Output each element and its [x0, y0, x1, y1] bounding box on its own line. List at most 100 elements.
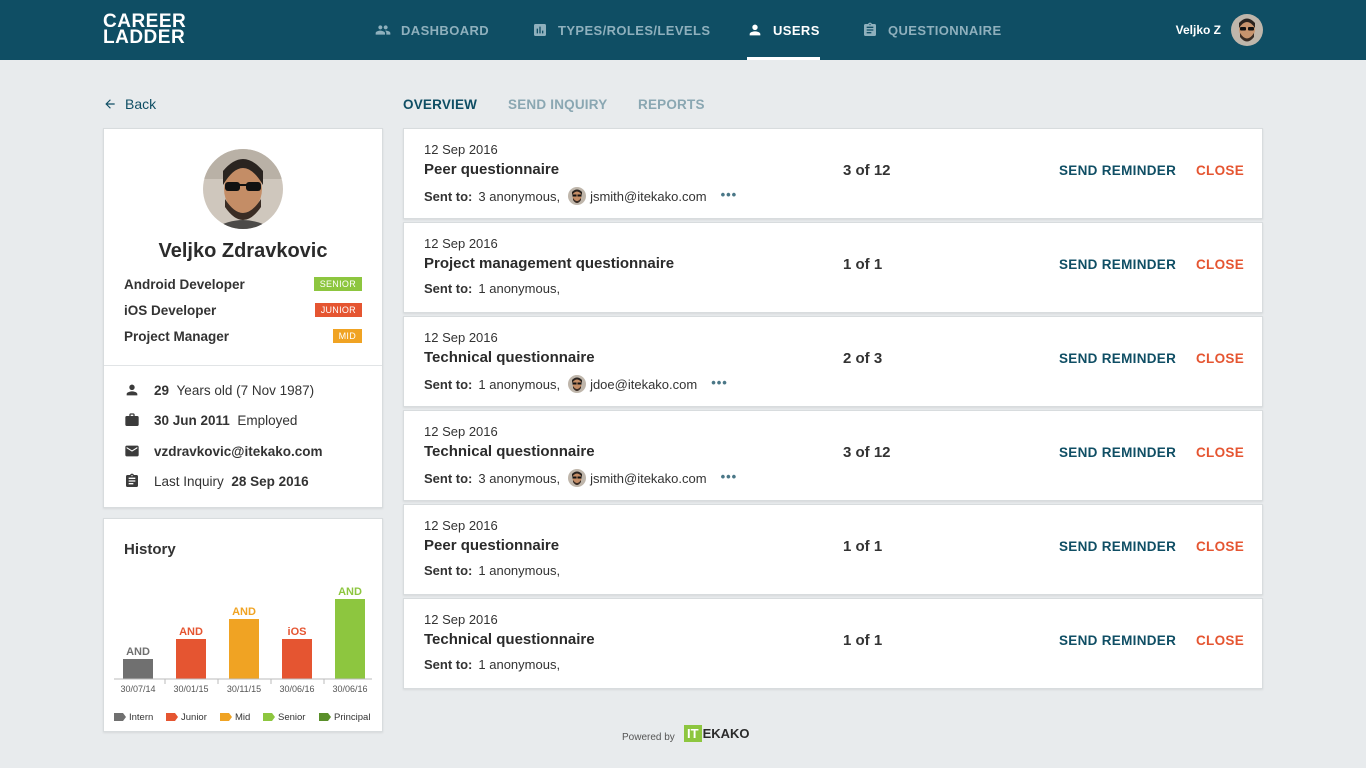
bar-label: AND: [179, 626, 203, 638]
legend-item: Junior: [166, 712, 207, 723]
close-inquiry-button[interactable]: CLOSE: [1196, 257, 1244, 272]
response-count: 1 of 1: [843, 538, 883, 555]
logo-line-2: LADDER: [103, 27, 186, 48]
user-avatar[interactable]: [1231, 14, 1263, 46]
nav-questionnaire[interactable]: QUESTIONNAIRE: [862, 0, 1002, 60]
response-count: 3 of 12: [843, 162, 891, 179]
bar-label: AND: [338, 586, 362, 598]
anonymous-count: 1 anonymous,: [478, 657, 561, 672]
itekako-logo[interactable]: IT EKAKO: [684, 725, 750, 742]
legend-item: Intern: [114, 712, 153, 723]
send-reminder-button[interactable]: SEND REMINDER: [1059, 163, 1176, 178]
clipboard-icon: [864, 22, 876, 36]
nav-label: USERS: [773, 22, 820, 38]
legend-label: Senior: [278, 712, 305, 723]
history-bar[interactable]: [335, 599, 365, 679]
employed-label: Employed: [237, 412, 298, 428]
close-inquiry-button[interactable]: CLOSE: [1196, 539, 1244, 554]
sent-to: Sent to: 3 anonymous, jsmith@itekako.com ••…: [424, 187, 737, 205]
send-reminder-button[interactable]: SEND REMINDER: [1059, 539, 1176, 554]
nav-types-roles-levels[interactable]: TYPES/ROLES/LEVELS: [532, 0, 710, 60]
bar-label: AND: [126, 646, 150, 658]
history-bar[interactable]: [176, 639, 206, 679]
x-tick-label: 30/06/16: [279, 684, 314, 694]
history-card: History AND 30/07/14 AND 30/01/15 AND 30/11/1…: [103, 518, 383, 732]
tab-overview[interactable]: OVERVIEW: [403, 97, 477, 112]
inquiry-row: 12 Sep 2016 Technical questionnaire Sent t…: [403, 598, 1263, 689]
bar-label: iOS: [288, 626, 307, 638]
inquiry-date: 12 Sep 2016: [424, 612, 498, 627]
tab-send-inquiry[interactable]: SEND INQUIRY: [508, 97, 607, 112]
sent-to: Sent to: 1 anonymous,: [424, 657, 560, 672]
level-badge: SENIOR: [313, 277, 362, 291]
people-icon: [375, 25, 391, 35]
send-reminder-button[interactable]: SEND REMINDER: [1059, 445, 1176, 460]
send-reminder-button[interactable]: SEND REMINDER: [1059, 257, 1176, 272]
send-reminder-button[interactable]: SEND REMINDER: [1059, 633, 1176, 648]
close-inquiry-button[interactable]: CLOSE: [1196, 351, 1244, 366]
inquiry-title: Project management questionnaire: [424, 255, 675, 272]
last-inquiry-label: Last Inquiry: [154, 473, 224, 489]
legend-label: Junior: [181, 712, 207, 723]
history-bar[interactable]: [282, 639, 312, 679]
age-value: 29: [154, 382, 170, 398]
more-recipients-button[interactable]: •••: [721, 469, 738, 484]
back-link[interactable]: Back: [103, 96, 156, 112]
anonymous-count: 1 anonymous,: [478, 376, 561, 392]
response-count: 2 of 3: [843, 350, 883, 367]
history-chart: AND 30/07/14 AND 30/01/15 AND 30/11/15 iOS 30/0…: [114, 586, 372, 723]
inquiry-title: Technical questionnaire: [424, 631, 595, 648]
divider: [104, 365, 382, 366]
history-bar[interactable]: [229, 619, 259, 679]
avatar-image: [568, 187, 587, 205]
nav-users[interactable]: USERS: [747, 0, 820, 60]
sent-to-label: Sent to:: [424, 657, 473, 672]
current-user-name[interactable]: Veljko Z: [1176, 23, 1221, 37]
x-tick-label: 30/01/15: [173, 684, 208, 694]
response-count: 3 of 12: [843, 444, 891, 461]
legend-item: Senior: [263, 712, 305, 723]
inquiry-title: Peer questionnaire: [424, 537, 560, 554]
more-recipients-button[interactable]: •••: [711, 375, 728, 390]
clipboard-icon: [126, 473, 138, 487]
legend-swatch: [263, 713, 275, 721]
history-bar[interactable]: [123, 659, 153, 679]
role-row: iOS Developer JUNIOR: [124, 302, 362, 318]
recipient-avatar: [568, 375, 587, 393]
avatar-image: [568, 469, 587, 487]
sent-to: Sent to: 1 anonymous,: [424, 563, 560, 578]
avatar-image: [568, 375, 587, 393]
legend-swatch: [220, 713, 232, 721]
anonymous-count: 1 anonymous,: [478, 563, 561, 578]
sent-to: Sent to: 1 anonymous,: [424, 281, 560, 296]
level-badge: JUNIOR: [314, 303, 362, 317]
x-tick-label: 30/11/15: [227, 684, 261, 694]
sent-to: Sent to: 3 anonymous, jsmith@itekako.com ••…: [424, 469, 737, 487]
close-inquiry-button[interactable]: CLOSE: [1196, 163, 1244, 178]
chart-icon: [534, 24, 546, 36]
last-inquiry-date: 28 Sep 2016: [231, 473, 309, 489]
inquiry-date: 12 Sep 2016: [424, 330, 498, 345]
inquiry-row: 12 Sep 2016 Peer questionnaire Sent to: 1 a…: [403, 504, 1263, 595]
recipient-avatar: [568, 187, 587, 205]
x-tick-label: 30/06/16: [332, 684, 367, 694]
legend-swatch: [166, 713, 178, 721]
nav-label: DASHBOARD: [401, 22, 490, 38]
more-recipients-button[interactable]: •••: [721, 187, 738, 202]
app-logo[interactable]: CAREER LADDER: [103, 12, 186, 48]
person-icon: [749, 24, 761, 36]
arrow-left-icon: [105, 99, 115, 109]
close-inquiry-button[interactable]: CLOSE: [1196, 633, 1244, 648]
role-row: Project Manager MID: [124, 328, 362, 344]
send-reminder-button[interactable]: SEND REMINDER: [1059, 351, 1176, 366]
email-value[interactable]: vzdravkovic@itekako.com: [154, 444, 323, 459]
recipient-avatar: [568, 469, 587, 487]
close-inquiry-button[interactable]: CLOSE: [1196, 445, 1244, 460]
profile-avatar: [203, 149, 283, 229]
nav-dashboard[interactable]: DASHBOARD: [375, 0, 489, 60]
profile-card: Veljko Zdravkovic Android Developer SENI…: [103, 128, 383, 508]
powered-by-label: Powered by: [622, 732, 675, 743]
nav-label: TYPES/ROLES/LEVELS: [558, 22, 711, 38]
tab-reports[interactable]: REPORTS: [638, 97, 705, 112]
legend-item: Principal: [319, 712, 370, 723]
